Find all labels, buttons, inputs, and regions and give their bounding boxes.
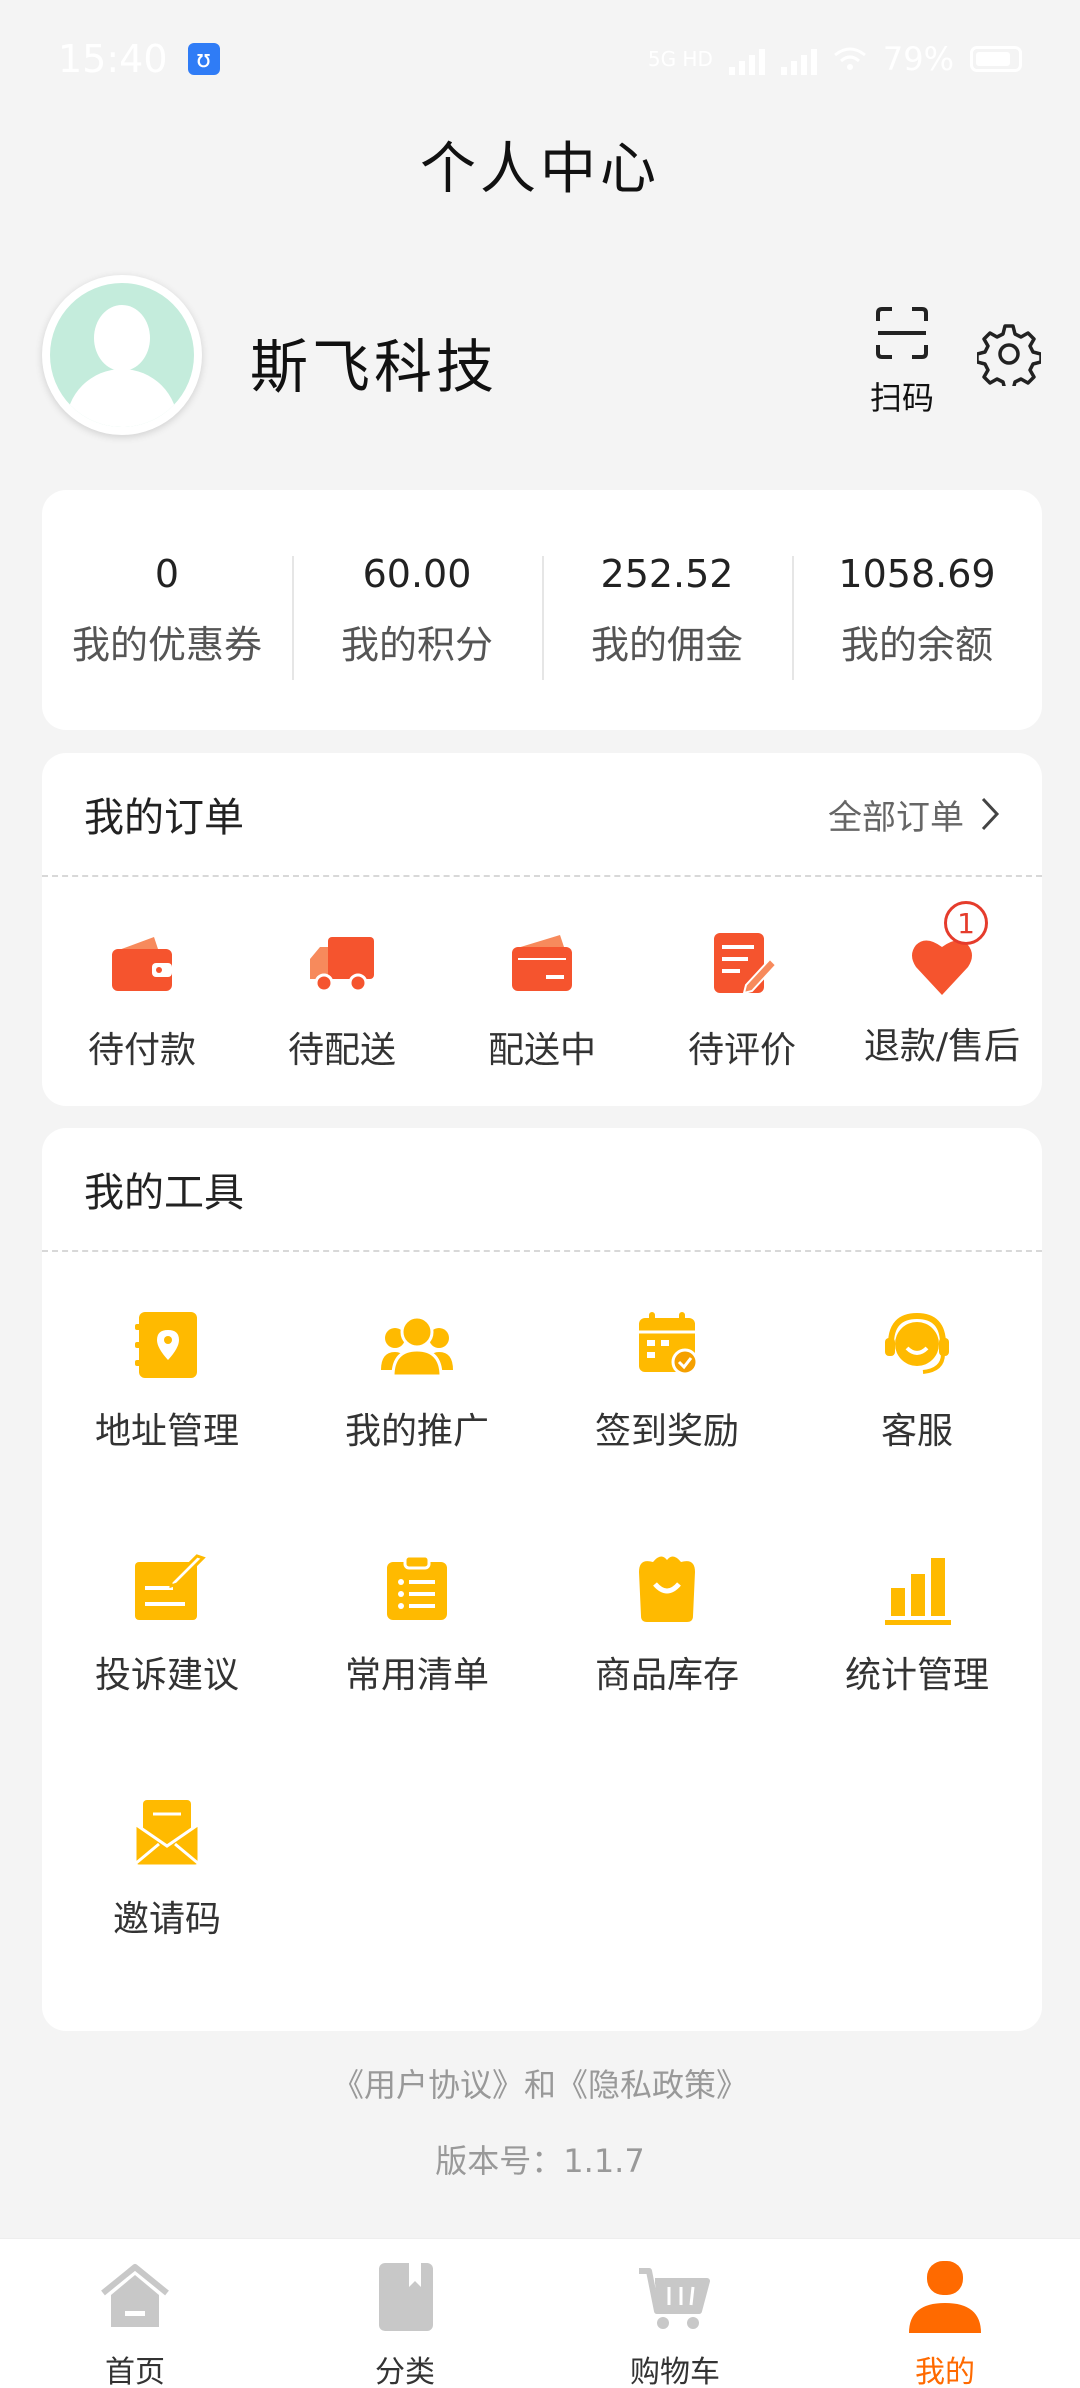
scan-label: 扫码 (869, 379, 934, 417)
tools-header: 我的工具 (42, 1128, 1042, 1252)
inventory-icon (639, 1556, 695, 1622)
tool-checkin[interactable]: 签到奖励 (542, 1304, 792, 1548)
tool-label: 统计管理 (844, 1655, 989, 1696)
statistics-icon (885, 1558, 951, 1625)
home-icon (101, 2264, 169, 2327)
username[interactable]: 斯飞科技 (250, 320, 498, 404)
settings-gear-icon[interactable] (977, 322, 1041, 386)
wallet-icon (112, 937, 172, 991)
delivery-icon (512, 935, 572, 991)
tab-category[interactable]: 分类 (270, 2239, 540, 2388)
status-time: 15:40 (58, 37, 168, 81)
stat-value: 60.00 (362, 551, 472, 596)
page-title: 个人中心 (420, 137, 660, 202)
order-pending-payment[interactable]: 待付款 (42, 923, 242, 1073)
stat-points[interactable]: 60.00 我的积分 (292, 551, 542, 680)
tab-cart[interactable]: 购物车 (540, 2239, 810, 2388)
stat-value: 252.52 (600, 551, 734, 596)
refund-icon-wrap: 1 (902, 901, 988, 1003)
agreement-link[interactable]: 《用户协议》和《隐私政策》 (0, 2060, 1080, 2106)
battery-percent: 79% (882, 40, 954, 78)
tab-label: 首页 (105, 2355, 165, 2388)
customer-service-icon (885, 1312, 949, 1374)
order-label: 退款/售后 (863, 1026, 1021, 1067)
order-pending-delivery[interactable]: 待配送 (242, 923, 442, 1073)
alarm-app-icon: ʊ (187, 43, 220, 75)
order-in-delivery[interactable]: 配送中 (442, 923, 642, 1073)
chevron-right-icon (981, 797, 1000, 831)
order-refund-aftersale[interactable]: 1 退款/售后 (842, 901, 1042, 1073)
orders-card: 我的订单 全部订单 待付款 待配送 配送中 待评价 1 退款/售后 (42, 753, 1042, 1106)
tool-inventory[interactable]: 商品库存 (542, 1548, 792, 1792)
order-label: 待配送 (287, 1030, 396, 1071)
tool-label: 商品库存 (594, 1655, 739, 1696)
signal-icon (728, 43, 765, 75)
scan-icon (876, 307, 928, 359)
tool-complaint[interactable]: 投诉建议 (42, 1548, 292, 1792)
tool-promotion[interactable]: 我的推广 (292, 1304, 542, 1548)
tool-statistics[interactable]: 统计管理 (792, 1548, 1042, 1792)
order-label: 待付款 (87, 1030, 196, 1071)
tool-label: 常用清单 (344, 1655, 489, 1696)
network-label: 5G HD (647, 47, 713, 71)
stat-label: 我的佣金 (590, 622, 743, 667)
avatar[interactable] (42, 275, 202, 435)
invite-icon (133, 1800, 201, 1868)
address-icon (135, 1312, 197, 1378)
orders-header: 我的订单 全部订单 (42, 753, 1042, 877)
stat-label: 我的积分 (340, 622, 493, 667)
complaint-icon (135, 1554, 206, 1620)
tool-customer-service[interactable]: 客服 (792, 1304, 1042, 1548)
orders-title: 我的订单 (84, 795, 244, 841)
tool-label: 邀请码 (112, 1899, 221, 1940)
checkin-icon (639, 1312, 699, 1376)
tab-profile[interactable]: 我的 (810, 2239, 1080, 2388)
wifi-icon (833, 47, 866, 70)
tool-label: 地址管理 (94, 1411, 239, 1452)
tool-address[interactable]: 地址管理 (42, 1304, 292, 1548)
stats-card: 0 我的优惠券 60.00 我的积分 252.52 我的佣金 1058.69 我… (42, 490, 1042, 730)
order-label: 待评价 (687, 1030, 796, 1071)
stat-value: 1058.69 (838, 551, 996, 596)
tool-invite-code[interactable]: 邀请码 (42, 1792, 292, 2036)
cart-icon (639, 2268, 710, 2329)
all-orders-label: 全部订单 (828, 797, 964, 838)
tool-common-list[interactable]: 常用清单 (292, 1548, 542, 1792)
tool-label: 签到奖励 (594, 1411, 739, 1452)
list-icon (387, 1554, 447, 1620)
stat-balance[interactable]: 1058.69 我的余额 (792, 551, 1042, 680)
tools-title: 我的工具 (84, 1170, 244, 1216)
category-icon (379, 2263, 433, 2331)
tool-label: 我的推广 (344, 1411, 489, 1452)
stat-label: 我的余额 (840, 622, 993, 667)
stat-label: 我的优惠券 (71, 622, 262, 667)
tab-label: 购物车 (630, 2355, 720, 2388)
review-icon (714, 933, 778, 995)
stat-coupons[interactable]: 0 我的优惠券 (42, 552, 292, 669)
all-orders-link[interactable]: 全部订单 (828, 790, 1000, 839)
truck-icon (310, 937, 374, 993)
tool-label: 客服 (880, 1411, 953, 1452)
tab-label: 分类 (375, 2355, 435, 2388)
status-bar: 15:40 ʊ 5G HD 79% (0, 0, 1080, 118)
order-pending-review[interactable]: 待评价 (642, 923, 842, 1073)
profile-section: 斯飞科技 扫码 (42, 275, 1042, 435)
version-label: 版本号：1.1.7 (435, 2142, 645, 2180)
stat-commission[interactable]: 252.52 我的佣金 (542, 551, 792, 680)
signal-icon-2 (780, 43, 817, 75)
tab-label: 我的 (915, 2355, 975, 2388)
stat-value: 0 (154, 551, 180, 596)
profile-icon (909, 2261, 981, 2333)
tab-home[interactable]: 首页 (0, 2239, 270, 2388)
bottom-tabbar: 首页 分类 购物车 我的 (0, 2238, 1080, 2388)
scan-button[interactable]: 扫码 (862, 305, 942, 419)
promotion-icon (381, 1315, 453, 1378)
battery-icon (970, 46, 1022, 72)
order-label: 配送中 (487, 1030, 596, 1071)
refund-badge: 1 (944, 901, 988, 945)
tools-card: 我的工具 地址管理 我的推广 签到奖励 客服 投诉建议 常用清单 商品库存 统计… (42, 1128, 1042, 2031)
tool-label: 投诉建议 (94, 1655, 239, 1696)
